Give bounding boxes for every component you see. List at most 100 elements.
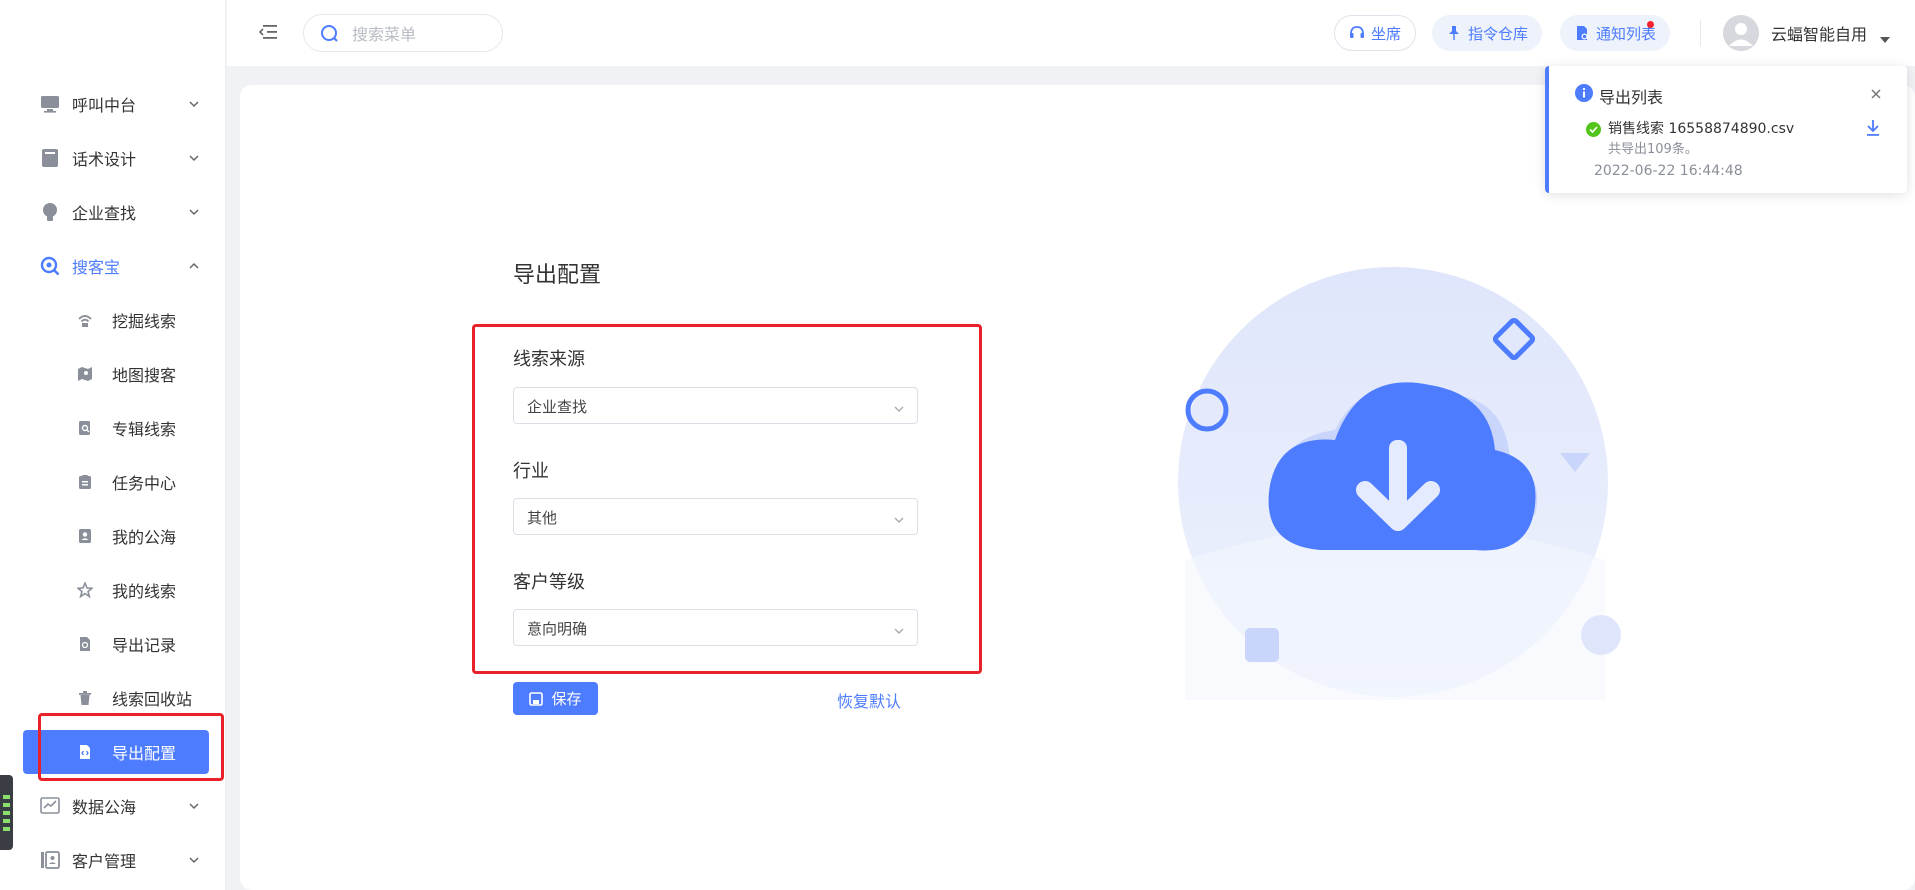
widget-bar — [3, 819, 10, 823]
cloud-download-illustration — [1178, 267, 1621, 700]
field-label-customer-level: 客户等级 — [513, 572, 585, 593]
industry-select[interactable]: 其他 — [513, 498, 918, 535]
map-icon — [76, 365, 94, 383]
sidebar-item-script-design[interactable]: 话术设计 — [0, 131, 226, 185]
user-menu[interactable]: 云蝠智能自用 — [1723, 14, 1891, 52]
sidebar-sub-label: 线索回收站 — [112, 690, 193, 709]
save-label: 保存 — [551, 690, 582, 708]
chevron-down-icon — [893, 400, 905, 412]
search-icon — [320, 24, 340, 44]
select-value: 其他 — [527, 509, 558, 527]
command-repo-button[interactable]: 指令仓库 — [1432, 15, 1543, 51]
close-icon[interactable] — [1869, 86, 1883, 100]
sidebar-sub-export-config[interactable]: 导出配置 — [23, 730, 209, 774]
collapse-menu-icon[interactable] — [257, 22, 279, 42]
export-list-notification: 导出列表 销售线索 16558874890.csv 共导出109条。 2022-… — [1545, 66, 1907, 193]
notification-title: 导出列表 — [1599, 88, 1664, 107]
download-icon[interactable] — [1865, 119, 1881, 137]
sidebar-sub-label: 任务中心 — [112, 474, 177, 493]
avatar — [1723, 15, 1759, 51]
customer-level-select[interactable]: 意向明确 — [513, 609, 918, 646]
file-code-icon — [76, 743, 94, 761]
sidebar-sub-mine-leads[interactable]: 挖掘线索 — [0, 293, 226, 347]
chevron-down-icon — [188, 800, 200, 812]
page-title: 导出配置 — [513, 263, 602, 288]
chevron-down-icon — [188, 98, 200, 110]
widget-bar — [3, 811, 10, 815]
contact-card-icon — [76, 527, 94, 545]
widget-bar — [3, 803, 10, 807]
menu-search — [303, 14, 503, 52]
sidebar-item-data-pool[interactable]: 数据公海 — [0, 779, 226, 833]
unread-dot — [1647, 21, 1655, 28]
sidebar-sub-task-center[interactable]: 任务中心 — [0, 455, 226, 509]
user-name: 云蝠智能自用 — [1771, 25, 1868, 44]
sidebar-sub-export-records[interactable]: 导出记录 — [0, 617, 226, 671]
line-chart-icon — [40, 796, 60, 816]
main-panel: 导出配置 线索来源 企业查找 行业 其他 客户等级 意向明确 保存 恢复默认 — [240, 85, 1915, 890]
info-icon — [1575, 84, 1593, 102]
sidebar-item-label: 话术设计 — [72, 150, 137, 169]
header-divider — [1700, 20, 1701, 46]
sidebar-sub-my-leads[interactable]: 我的线索 — [0, 563, 226, 617]
sidebar-item-label: 企业查找 — [72, 204, 137, 223]
clipboard-icon — [76, 473, 94, 491]
chevron-down-icon — [893, 511, 905, 523]
top-header: 坐席 指令仓库 通知列表 云蝠智能自用 — [227, 0, 1915, 66]
sidebar-sub-album-leads[interactable]: 专辑线索 — [0, 401, 226, 455]
sidebar-sub-label: 挖掘线索 — [112, 312, 177, 331]
search-scan-icon — [40, 256, 60, 276]
sidebar-item-label: 呼叫中台 — [72, 96, 137, 115]
sidebar-sub-label: 专辑线索 — [112, 420, 177, 439]
export-time: 2022-06-22 16:44:48 — [1594, 163, 1743, 179]
sidebar-item-soukebao[interactable]: 搜客宝 — [0, 239, 226, 293]
reset-default-link[interactable]: 恢复默认 — [837, 688, 901, 712]
check-circle-icon — [1586, 122, 1601, 137]
sidebar-sub-map-search[interactable]: 地图搜客 — [0, 347, 226, 401]
sidebar-sub-label: 我的线索 — [112, 582, 177, 601]
sidebar-item-label: 搜客宝 — [72, 258, 121, 277]
file-bell-icon — [1574, 25, 1590, 41]
field-label-industry: 行业 — [513, 461, 549, 482]
monitor-icon — [40, 94, 60, 114]
book-icon — [40, 148, 60, 168]
seat-label: 坐席 — [1371, 24, 1402, 43]
select-value: 意向明确 — [527, 620, 588, 638]
contacts-book-icon — [40, 850, 60, 870]
chevron-up-icon — [188, 260, 200, 272]
star-icon — [76, 581, 94, 599]
pin-icon — [1446, 25, 1462, 41]
lightbulb-icon — [40, 202, 60, 222]
sidebar-item-company-search[interactable]: 企业查找 — [0, 185, 226, 239]
sidebar-item-call-center[interactable]: 呼叫中台 — [0, 77, 226, 131]
sidebar: 呼叫中台 话术设计 企业查找 搜客宝 挖掘线索 地图搜客 专辑线索 任务中心 我… — [0, 0, 226, 890]
widget-bar — [3, 827, 10, 831]
search-input[interactable] — [352, 23, 492, 45]
command-repo-label: 指令仓库 — [1468, 24, 1529, 43]
sidebar-item-label: 客户管理 — [72, 852, 137, 871]
sidebar-sub-label: 我的公海 — [112, 528, 177, 547]
export-file-name: 销售线索 16558874890.csv — [1608, 121, 1795, 137]
save-icon — [529, 691, 544, 706]
sidebar-sub-recycle-bin[interactable]: 线索回收站 — [0, 671, 226, 725]
save-button[interactable]: 保存 — [513, 682, 598, 715]
side-widget-handle[interactable] — [0, 775, 13, 850]
sidebar-item-label: 数据公海 — [72, 798, 137, 817]
widget-bar — [3, 795, 10, 799]
document-search-icon — [76, 419, 94, 437]
select-value: 企业查找 — [527, 398, 588, 416]
lead-source-select[interactable]: 企业查找 — [513, 387, 918, 424]
sidebar-sub-my-pool[interactable]: 我的公海 — [0, 509, 226, 563]
notice-list-button[interactable]: 通知列表 — [1560, 15, 1671, 51]
sidebar-item-customer-mgmt[interactable]: 客户管理 — [0, 833, 226, 887]
chevron-down-icon — [188, 854, 200, 866]
export-count: 共导出109条。 — [1608, 142, 1698, 157]
sidebar-sub-label: 导出记录 — [112, 636, 177, 655]
chevron-down-icon — [188, 152, 200, 164]
seat-button[interactable]: 坐席 — [1334, 15, 1417, 51]
trash-icon — [76, 689, 94, 707]
caret-down-icon — [1879, 29, 1891, 43]
chevron-down-icon — [188, 206, 200, 218]
field-label-lead-source: 线索来源 — [513, 349, 585, 370]
headset-icon — [1349, 25, 1365, 41]
